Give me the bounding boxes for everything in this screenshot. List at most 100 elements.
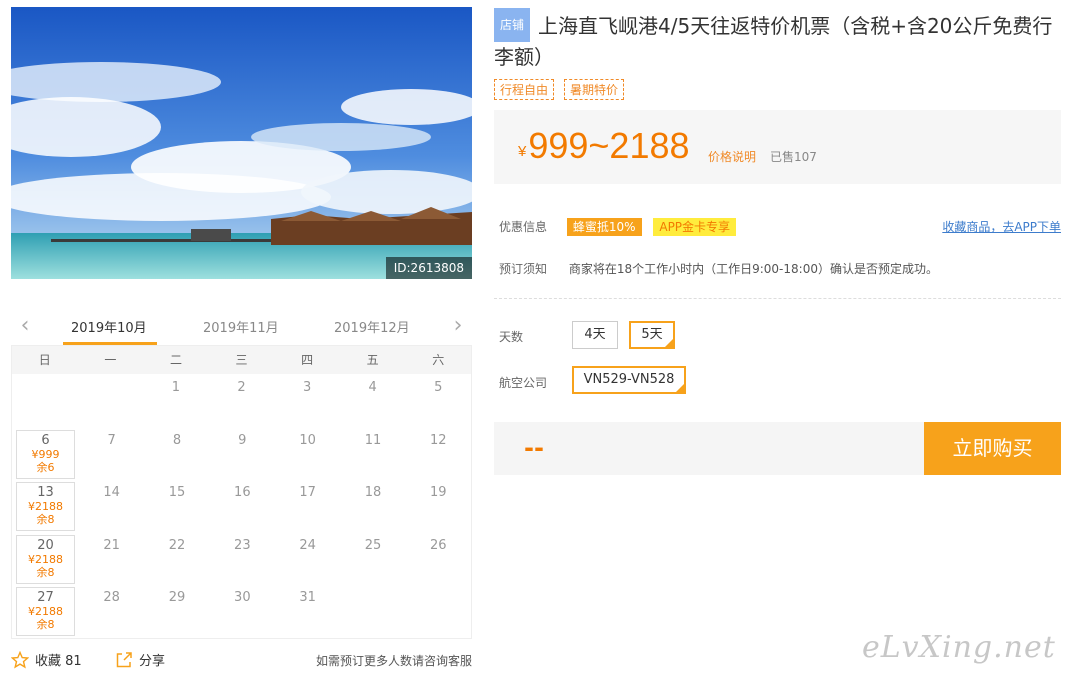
notice-text: 商家将在18个工作小时内（工作日9:00-18:00）确认是否预定成功。 xyxy=(568,262,938,276)
tab-month-dec[interactable]: 2019年12月 xyxy=(334,317,410,336)
calendar-day xyxy=(12,374,78,427)
weekday-label: 六 xyxy=(432,353,445,367)
divider xyxy=(494,298,1061,299)
day-number: 20 xyxy=(37,537,54,553)
calendar-day xyxy=(78,374,144,427)
product-tags: 行程自由 暑期特价 xyxy=(494,79,625,100)
favorite-in-app-link[interactable]: 收藏商品，去APP下单 xyxy=(942,218,1061,235)
tag-summer-deal: 暑期特价 xyxy=(564,79,625,100)
calendar-week-row: 6 ¥999 余6 7 8 9 10 11 12 xyxy=(12,427,471,480)
day-number: 13 xyxy=(37,485,54,500)
calendar-week-row: 27 ¥2188 余8 28 29 30 31 xyxy=(12,584,471,637)
bottom-actions: 收藏 81 分享 如需预订更多人数请咨询客服 xyxy=(11,650,472,672)
calendar-day: 19 xyxy=(430,485,447,500)
promo-row: 优惠信息 蜂蜜抵10% APP金卡专享 xyxy=(499,218,737,236)
buy-bar: -- 立即购买 xyxy=(494,422,1061,475)
share-label: 分享 xyxy=(139,654,166,669)
calendar-day: 4 xyxy=(368,380,377,395)
price-panel: ¥999~2188 价格说明 已售107 xyxy=(494,110,1061,184)
price-range: ¥999~2188 xyxy=(518,126,690,172)
calendar-month-nav: ‹ 2019年10月 2019年11月 2019年12月 › xyxy=(11,311,472,345)
option-5-days[interactable]: 5天 xyxy=(629,321,675,349)
calendar-day-available[interactable]: 13 ¥2188 余8 xyxy=(16,482,75,531)
day-stock: 余8 xyxy=(36,618,55,631)
day-stock: 余8 xyxy=(36,513,55,526)
calendar-day-available[interactable]: 20 ¥2188 余8 xyxy=(16,534,75,584)
shop-badge: 店铺 xyxy=(494,8,531,42)
favorite-count: 收藏 81 xyxy=(35,654,82,669)
calendar-day: 10 xyxy=(299,432,316,448)
calendar-day: 22 xyxy=(168,537,186,553)
calendar-day: 17 xyxy=(299,485,316,500)
day-stock: 余8 xyxy=(36,565,55,579)
calendar-day: 24 xyxy=(299,537,316,553)
calendar-day: 30 xyxy=(234,590,251,605)
option-airline[interactable]: VN529-VN528 xyxy=(572,366,686,394)
calendar-day-available[interactable]: 6 ¥999 余6 xyxy=(16,429,75,479)
promo-badge-app-gold: APP金卡专享 xyxy=(653,218,737,236)
calendar-day: 25 xyxy=(364,537,382,553)
calendar-day: 18 xyxy=(364,485,382,500)
weekday-label: 四 xyxy=(301,353,314,367)
calendar-day: 21 xyxy=(103,537,120,553)
calendar-day: 14 xyxy=(103,485,120,500)
favorite-button[interactable]: 收藏 81 xyxy=(11,650,82,669)
calendar-day: 26 xyxy=(430,537,447,553)
calendar-day: 12 xyxy=(430,432,447,448)
tab-month-oct[interactable]: 2019年10月 xyxy=(71,317,147,336)
beach-photo-illustration xyxy=(11,7,472,279)
calendar-day-available[interactable]: 27 ¥2188 余8 xyxy=(16,587,75,636)
calendar-week-row: 20 ¥2188 余8 21 22 23 24 25 26 xyxy=(12,532,471,585)
notice-row: 预订须知 商家将在18个工作小时内（工作日9:00-18:00）确认是否预定成功… xyxy=(499,260,938,277)
day-stock: 余6 xyxy=(36,460,55,474)
weekday-label: 三 xyxy=(235,353,248,367)
calendar-day: 5 xyxy=(434,380,443,395)
price-explanation-link[interactable]: 价格说明 xyxy=(708,148,756,165)
calendar-day: 3 xyxy=(302,380,312,395)
calendar-day: 29 xyxy=(168,590,186,605)
calendar-week-row: 1 2 3 4 5 xyxy=(12,374,471,427)
watermark-logo: eLvXing.net xyxy=(862,630,1056,665)
calendar-day: 1 xyxy=(171,380,181,395)
calendar-day xyxy=(340,584,405,637)
weekday-label: 五 xyxy=(366,353,379,367)
calendar-day: 2 xyxy=(237,380,246,395)
calendar-day: 23 xyxy=(234,537,251,553)
promo-badge-honey: 蜂蜜抵10% xyxy=(566,218,642,236)
day-number: 27 xyxy=(37,590,54,605)
weekday-label: 日 xyxy=(38,353,51,367)
calendar: 日 一 二 三 四 五 六 1 2 3 4 5 6 ¥999 余6 7 8 9 … xyxy=(11,345,472,639)
calendar-week-row: 13 ¥2188 余8 14 15 16 17 18 19 xyxy=(12,479,471,532)
calendar-weekday-header: 日 一 二 三 四 五 六 xyxy=(12,346,471,374)
product-title-text: 上海直飞岘港4/5天往返特价机票（含税+含20公斤免费行李额） xyxy=(494,14,1053,69)
share-button[interactable]: 分享 xyxy=(115,650,165,669)
weekday-label: 一 xyxy=(104,353,117,367)
chevron-right-icon[interactable]: › xyxy=(448,315,468,337)
day-number: 6 xyxy=(41,432,50,448)
calendar-day: 31 xyxy=(299,590,316,605)
selected-price: -- xyxy=(524,434,544,462)
calendar-day: 11 xyxy=(364,432,382,448)
sold-count: 已售107 xyxy=(770,150,817,164)
promo-label: 优惠信息 xyxy=(499,220,548,234)
days-label: 天数 xyxy=(499,330,524,344)
calendar-day: 15 xyxy=(168,485,186,500)
price-value: 999~2188 xyxy=(528,125,690,166)
tab-month-nov[interactable]: 2019年11月 xyxy=(203,317,279,336)
notice-label: 预订须知 xyxy=(499,262,548,276)
option-4-days[interactable]: 4天 xyxy=(572,321,618,349)
chevron-left-icon[interactable]: ‹ xyxy=(15,315,35,337)
day-price: ¥999 xyxy=(31,447,60,461)
photo-id-badge: ID:2613808 xyxy=(385,257,472,279)
buy-now-button[interactable]: 立即购买 xyxy=(924,422,1061,475)
day-price: ¥2188 xyxy=(28,500,63,513)
day-price: ¥2188 xyxy=(28,605,63,618)
calendar-day xyxy=(406,584,471,637)
airline-label: 航空公司 xyxy=(499,376,548,390)
calendar-day: 7 xyxy=(107,432,116,448)
tag-free-trip: 行程自由 xyxy=(494,79,555,100)
product-title: 店铺 上海直飞岘港4/5天往返特价机票（含税+含20公斤免费行李额） xyxy=(494,8,1064,72)
group-booking-note: 如需预订更多人数请咨询客服 xyxy=(315,654,472,668)
calendar-day: 28 xyxy=(103,590,120,605)
weekday-label: 二 xyxy=(169,353,182,367)
